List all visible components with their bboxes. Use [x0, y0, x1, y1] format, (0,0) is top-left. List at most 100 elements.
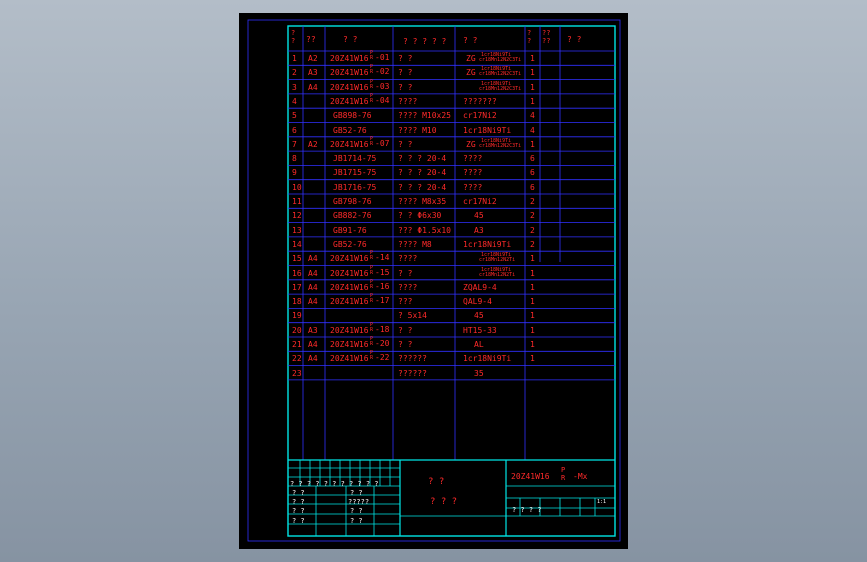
tb-left-q: ? ? — [292, 507, 305, 515]
row-name: ? ? — [398, 325, 413, 335]
row-size: A4 — [308, 268, 318, 278]
row-code: JB1714-75 — [333, 154, 377, 164]
row-quantity: 1 — [530, 268, 535, 278]
row-name: ?????? — [398, 368, 427, 378]
row-number: 2 — [292, 68, 297, 78]
row-quantity: 1 — [530, 54, 535, 63]
header-label-8: ? ? — [567, 35, 582, 44]
row-code-suffix: -02 — [375, 67, 390, 77]
tb-scale: 1:1 — [597, 499, 607, 505]
row-name: ??? — [398, 297, 413, 307]
row-number: 23 — [292, 368, 302, 378]
row-code-subscript: R — [370, 326, 374, 333]
row-code-suffix: -15 — [375, 267, 390, 277]
row-code: 20Z41W16 — [330, 297, 369, 307]
row-code: 20Z41W16 — [330, 96, 369, 106]
drawing-sheet: ? ???? ?? ? ? ? ?? ?? ??? ??? ? 1 A2 20Z41W… — [239, 13, 628, 549]
row-quantity: 6 — [530, 182, 535, 192]
row-name: ? ? — [398, 68, 413, 78]
row-number: 15 — [292, 254, 302, 264]
row-material: A3 — [474, 225, 484, 235]
row-material: 1cr18Ni9Ti — [463, 239, 512, 249]
row-material: 35 — [474, 368, 484, 378]
row-code: 20Z41W16 — [330, 254, 369, 264]
row-name: ???? — [398, 254, 418, 264]
row-quantity: 2 — [530, 239, 535, 249]
tb-mid-q: ? ? — [350, 489, 363, 497]
row-code-subscript: R — [370, 97, 374, 104]
row-quantity: 1 — [530, 311, 535, 321]
row-number: 17 — [292, 282, 302, 292]
row-code: JB1716-75 — [333, 182, 377, 192]
row-code: 20Z41W16 — [330, 354, 369, 364]
row-code-suffix: -03 — [375, 81, 390, 91]
row-size: A4 — [308, 340, 318, 349]
row-name: ? ? ? 20-4 — [398, 168, 447, 178]
row-code: JB1715-75 — [333, 168, 377, 178]
row-quantity: 1 — [530, 96, 535, 106]
row-code-subscript: R — [370, 55, 374, 61]
row-material: ???? — [463, 168, 483, 178]
row-number: 14 — [292, 239, 302, 249]
row-quantity: 1 — [530, 297, 535, 307]
row-name: ?????? — [398, 354, 427, 364]
row-material: AL — [474, 340, 484, 349]
row-material: ZQAL9-4 — [463, 282, 497, 292]
row-quantity: 1 — [530, 68, 535, 78]
row-code: GB91-76 — [333, 225, 367, 235]
cad-drawing — [247, 19, 621, 542]
row-material: cr17Ni2 — [463, 197, 497, 206]
row-code-suffix: -07 — [375, 138, 390, 148]
row-quantity: 6 — [530, 168, 535, 178]
row-name: ? ? — [398, 54, 413, 63]
row-code-subscript: R — [370, 355, 374, 362]
tb-left-row: ? ? ? ? ? ? ? ? ? ? ? — [290, 480, 379, 488]
row-material-note: cr18Mn12N2Ti — [479, 271, 516, 278]
row-number: 1 — [292, 54, 297, 63]
row-quantity: 4 — [530, 111, 535, 121]
tb-center-bottom: ? ? ? — [430, 497, 458, 507]
row-size: A4 — [308, 354, 318, 364]
row-name: ??? Φ1.5x10 — [398, 225, 451, 235]
row-number: 18 — [292, 297, 302, 307]
row-code: 20Z41W16 — [330, 68, 369, 78]
row-material: 45 — [474, 311, 484, 321]
row-number: 21 — [292, 340, 302, 349]
row-code-subscript: R — [370, 140, 374, 147]
row-quantity: 1 — [530, 139, 535, 149]
row-code-subscript: R — [370, 69, 374, 76]
row-code: 20Z41W16 — [330, 82, 369, 92]
row-size: A4 — [308, 297, 318, 307]
row-name: ? ? — [398, 340, 413, 349]
row-number: 12 — [292, 211, 302, 221]
row-name: ???? M8 — [398, 239, 432, 249]
row-code-suffix: -01 — [375, 53, 390, 62]
row-name: ? 5x14 — [398, 311, 427, 321]
row-material-note: cr18Mn12N2C3Ti — [479, 71, 522, 78]
header-label-2: ?? — [306, 35, 316, 44]
row-name: ???? M8x35 — [398, 197, 447, 206]
header-label-4: ? ? ? ? ? — [403, 37, 447, 46]
row-code: GB798-76 — [333, 197, 372, 206]
row-quantity: 1 — [530, 254, 535, 264]
row-material: cr17Ni2 — [463, 111, 497, 121]
row-code-subscript: R — [370, 283, 374, 290]
drawing-number-pr: P R — [561, 466, 566, 482]
row-code-subscript: R — [370, 255, 374, 262]
row-size: A4 — [308, 254, 318, 264]
row-number: 22 — [292, 354, 302, 364]
row-code: 20Z41W16 — [330, 325, 369, 335]
tb-left-q: ? ? — [292, 517, 305, 525]
row-material-note: cr18Mn12N2Ti — [479, 257, 516, 264]
row-material: ??????? — [463, 96, 497, 106]
drawing-number-suffix: -Mx — [573, 472, 588, 481]
row-size: A3 — [308, 68, 318, 78]
row-name: ???? — [398, 282, 418, 292]
row-material: HT15-33 — [463, 325, 497, 335]
row-code-suffix: -20 — [375, 339, 390, 348]
tb-right-row: ? ? ? ? — [512, 506, 542, 514]
row-name: ? ? — [398, 268, 413, 278]
row-size: A4 — [308, 282, 318, 292]
row-material: ZG — [466, 139, 476, 149]
row-code-suffix: -22 — [375, 353, 390, 363]
